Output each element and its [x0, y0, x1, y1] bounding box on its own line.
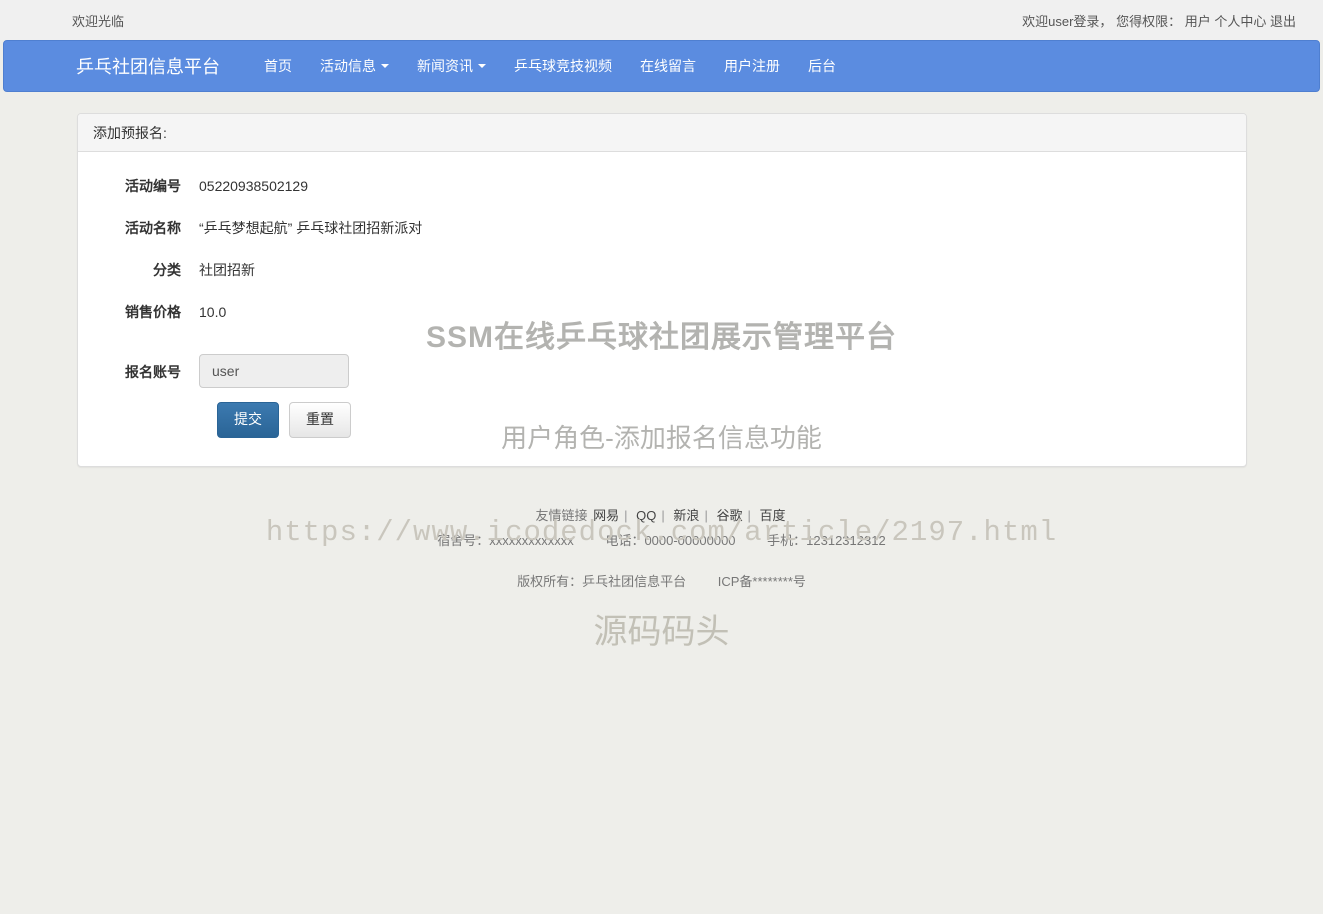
footer-contact-row: 宿舍号：xxxxxxxxxxxxx 电话：0000-00000000 手机：12… — [0, 530, 1323, 549]
submit-button[interactable]: 提交 — [217, 402, 279, 438]
field-value-activity-name: “乒乓梦想起航” 乒乓球社团招新派对 — [199, 220, 423, 236]
page-footer: 友情链接 网易 | QQ | 新浪 | 谷歌 | 百度 宿舍号：xxxxxxxxxxxx… — [0, 505, 1323, 590]
field-row-price: 销售价格 10.0 — [93, 300, 1231, 322]
registration-account-input[interactable] — [199, 354, 349, 388]
main-navbar: 乒乓社团信息平台 首页 活动信息 新闻资讯 乒乓球竞技视频 在线留言 用户注册 — [3, 40, 1320, 92]
nav-item-home[interactable]: 首页 — [250, 56, 306, 76]
panel-body: 活动编号 05220938502129 活动名称 “乒乓梦想起航” 乒乓球社团招… — [78, 152, 1246, 466]
top-welcome-bar: 欢迎光临 欢迎user登录， 您得权限： 用户 个人中心 退出 — [0, 0, 1323, 40]
nav-item-news[interactable]: 新闻资讯 — [403, 56, 500, 76]
page-root: 欢迎光临 欢迎user登录， 您得权限： 用户 个人中心 退出 乒乓社团信息平台… — [0, 0, 1323, 914]
friendly-link-baidu[interactable]: 百度 — [759, 508, 785, 523]
field-value-category: 社团招新 — [199, 262, 255, 278]
friendly-link-qq[interactable]: QQ — [636, 508, 656, 523]
friendly-links-label: 友情链接 — [535, 508, 588, 523]
nav-item-online-message[interactable]: 在线留言 — [626, 56, 710, 76]
footer-copyright-row: 版权所有：乒乓社团信息平台 ICP备********号 — [0, 571, 1323, 590]
field-label: 报名账号 — [125, 364, 181, 380]
nav-item-label: 后台 — [808, 58, 836, 74]
link-separator: | — [624, 508, 628, 523]
nav-item-backend[interactable]: 后台 — [794, 56, 850, 76]
nav-item-activity-info[interactable]: 活动信息 — [306, 56, 403, 76]
chevron-down-icon — [478, 64, 486, 68]
nav-item-label: 用户注册 — [724, 58, 780, 74]
permission-label: 您得权限： — [1116, 14, 1182, 29]
nav-item-label: 乒乓球竞技视频 — [514, 58, 612, 74]
link-separator: | — [747, 508, 751, 523]
field-row-account: 报名账号 — [93, 354, 1231, 388]
field-label: 活动编号 — [125, 178, 181, 194]
link-separator: | — [661, 508, 665, 523]
field-row-category: 分类 社团招新 — [93, 258, 1231, 280]
friendly-link-netease[interactable]: 网易 — [593, 508, 619, 523]
field-value-activity-id: 05220938502129 — [199, 178, 309, 194]
friendly-link-sina[interactable]: 新浪 — [673, 508, 699, 523]
friendly-links-row: 友情链接 网易 | QQ | 新浪 | 谷歌 | 百度 — [0, 505, 1323, 524]
nav-item-label: 首页 — [264, 58, 292, 74]
registration-panel: 添加预报名: 活动编号 05220938502129 活动名称 “乒乓梦想起航”… — [77, 113, 1247, 467]
friendly-link-google[interactable]: 谷歌 — [716, 508, 742, 523]
link-separator: | — [704, 508, 708, 523]
field-value-price: 10.0 — [199, 304, 227, 320]
footer-tel: 电话：0000-00000000 — [605, 533, 736, 548]
reset-button[interactable]: 重置 — [289, 402, 351, 438]
field-label: 活动名称 — [125, 220, 181, 236]
field-row-activity-name: 活动名称 “乒乓梦想起航” 乒乓球社团招新派对 — [93, 216, 1231, 238]
footer-dorm: 宿舍号：xxxxxxxxxxxxx — [437, 533, 574, 548]
field-label: 销售价格 — [125, 304, 181, 320]
navbar-items: 首页 活动信息 新闻资讯 乒乓球竞技视频 在线留言 用户注册 后台 — [250, 56, 850, 76]
nav-item-label: 新闻资讯 — [417, 58, 473, 74]
footer-icp: ICP备********号 — [717, 574, 806, 589]
profile-center-link[interactable]: 个人中心 — [1214, 14, 1266, 29]
permission-value: 用户 — [1184, 14, 1211, 29]
footer-mobile: 手机：12312312312 — [767, 533, 886, 548]
footer-copyright: 版权所有：乒乓社团信息平台 — [517, 574, 687, 589]
field-row-activity-id: 活动编号 05220938502129 — [93, 174, 1231, 196]
login-greeting: 欢迎user登录， — [1022, 14, 1113, 29]
nav-item-label: 活动信息 — [320, 58, 376, 74]
welcome-text: 欢迎光临 — [72, 14, 125, 29]
field-label: 分类 — [153, 262, 181, 278]
nav-item-competition-video[interactable]: 乒乓球竞技视频 — [500, 56, 626, 76]
panel-heading: 添加预报名: — [78, 114, 1246, 152]
nav-item-user-register[interactable]: 用户注册 — [710, 56, 794, 76]
navbar-brand[interactable]: 乒乓社团信息平台 — [76, 53, 220, 79]
form-actions: 提交 重置 — [217, 402, 1231, 438]
chevron-down-icon — [381, 64, 389, 68]
logout-link[interactable]: 退出 — [1270, 14, 1296, 29]
nav-item-label: 在线留言 — [640, 58, 696, 74]
user-session-info: 欢迎user登录， 您得权限： 用户 个人中心 退出 — [1022, 11, 1296, 30]
watermark-source: 源码码头 — [593, 613, 730, 651]
